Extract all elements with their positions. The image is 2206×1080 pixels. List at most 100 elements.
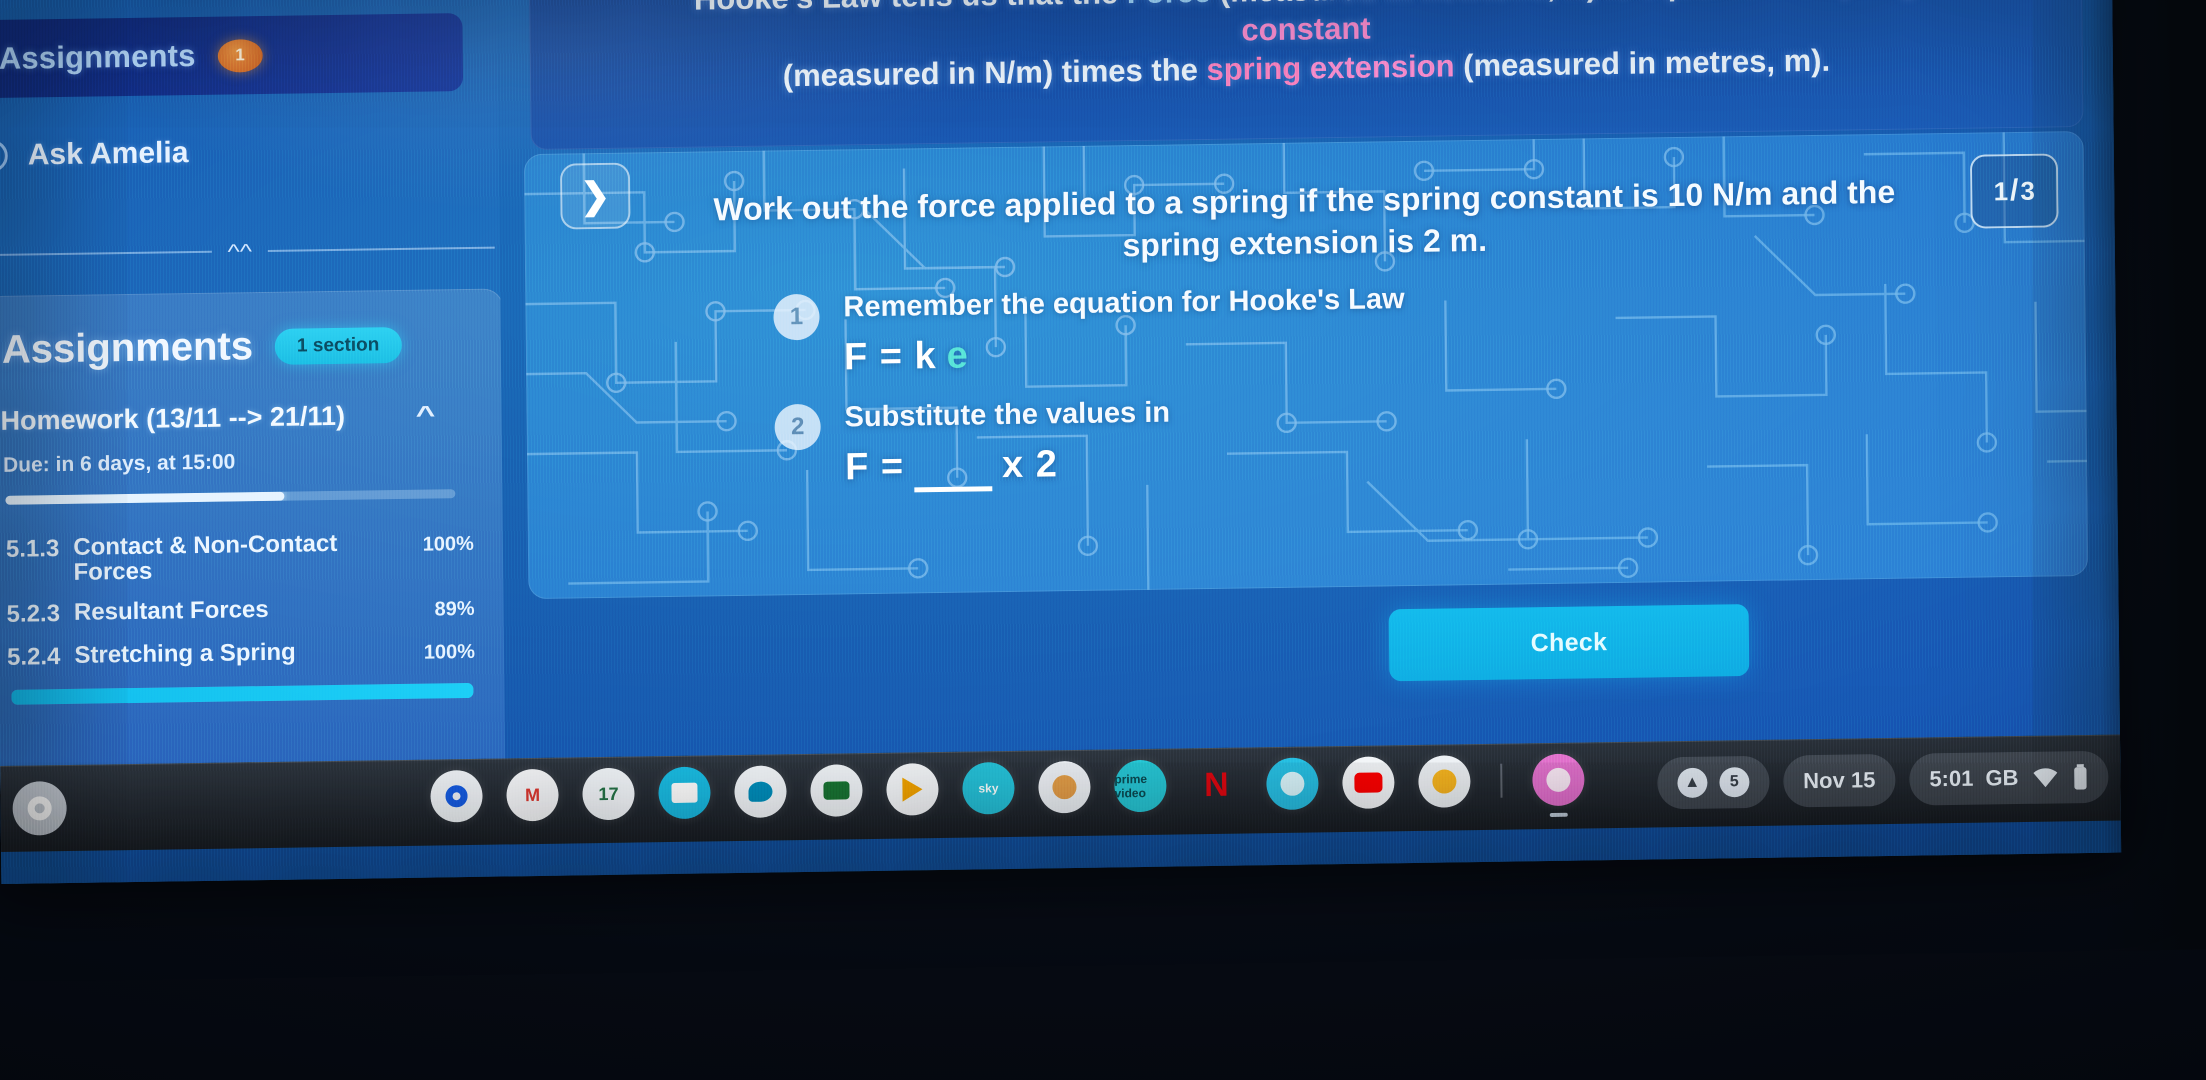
main-content: Hooke's Law tells us that the Force (mea…	[522, 0, 2111, 788]
page-current: 1	[1993, 175, 2009, 206]
solution-step-1: 1 Remember the equation for Hooke's Law …	[773, 283, 1405, 380]
running-indicator	[1549, 812, 1568, 817]
step-number: 2	[774, 403, 821, 451]
homework-title: Homework (13/11 --> 21/11)	[0, 400, 346, 436]
topic-code: 5.2.4	[6, 643, 61, 671]
chevron-up-icon[interactable]: ^	[416, 401, 436, 429]
step-body: Remember the equation for Hooke's Law F …	[843, 283, 1405, 379]
step-title: Substitute the values in	[844, 396, 1171, 434]
icon-shape	[1432, 769, 1457, 794]
youtube-icon[interactable]	[1342, 756, 1395, 810]
page-counter: 1/3	[1969, 153, 2059, 229]
sidebar-item-ask-amelia[interactable]: Ask Amelia	[0, 136, 189, 173]
icon-glyph: N	[1203, 765, 1229, 804]
topic-name: Contact & Non-Contact Forces	[73, 529, 338, 587]
topic-percent: 89%	[434, 597, 475, 621]
icon-shape	[823, 781, 850, 800]
page-total: 3	[2020, 175, 2036, 206]
assignments-card-header: Assignments 1 section	[2, 322, 402, 373]
prime-video-icon[interactable]: prime video	[1114, 759, 1167, 813]
section-count-chip: 1 section	[274, 326, 402, 365]
double-chevron-up-icon[interactable]: ^^	[212, 239, 269, 263]
homework-group-header[interactable]: Homework (13/11 --> 21/11) ^	[0, 399, 470, 437]
banner-text-d: (measured in metres, m).	[1454, 42, 1831, 84]
active-window-icon[interactable]	[1532, 753, 1585, 817]
topic-progress-bar	[11, 682, 474, 705]
progress-fill	[5, 491, 285, 505]
question-card: ❯ 1/3 Work out the force applied to a sp…	[523, 130, 2089, 600]
chat-icon[interactable]	[734, 765, 787, 819]
sidebar-item-label: Ask Amelia	[27, 136, 189, 172]
page-title: Assignments	[1, 324, 254, 372]
learning-app: Assignments 1 Ask Amelia ^^ Assignments …	[0, 0, 2121, 794]
launcher-circle-icon[interactable]	[12, 780, 67, 836]
keyword-spring: spring	[1206, 50, 1302, 88]
chevron-right-icon[interactable]: ❯	[559, 162, 631, 230]
homework-due-text: Due: in 6 days, at 15:00	[2, 450, 236, 477]
equation-highlight: e	[946, 334, 969, 377]
laptop-screen: Assignments 1 Ask Amelia ^^ Assignments …	[0, 0, 2122, 884]
sidebar-item-assignments[interactable]: Assignments 1	[0, 13, 464, 99]
equation-suffix: x 2	[1001, 443, 1059, 487]
answer-input[interactable]	[913, 444, 993, 493]
battery-icon	[2074, 764, 2087, 790]
list-item[interactable]: 5.2.4 Stretching a Spring 100%	[7, 637, 475, 672]
screen-bezel-shadow	[2087, 0, 2206, 952]
date-pod[interactable]: Nov 15	[1782, 753, 1896, 808]
topic-code: 5.2.3	[6, 600, 61, 628]
banner-space	[1301, 51, 1310, 86]
icon-glyph: 17	[598, 783, 619, 804]
icon-shape	[1280, 771, 1305, 796]
sidebar-collapse-divider[interactable]: ^^	[0, 235, 495, 269]
step-equation: F = x 2	[845, 442, 1171, 494]
banner-text-c: (measured in N/m) times the	[782, 52, 1207, 94]
locale-label: GB	[1985, 765, 2019, 791]
topic-name: Stretching a Spring	[74, 638, 296, 669]
ask-amelia-icon	[0, 139, 8, 173]
play-store-icon[interactable]	[886, 763, 939, 816]
assignments-card: Assignments 1 section Homework (13/11 --…	[0, 288, 506, 794]
step-equation: F = ke	[844, 328, 1406, 379]
list-item[interactable]: 5.2.3 Resultant Forces 89%	[6, 594, 474, 629]
google-photos-icon[interactable]	[1418, 755, 1471, 808]
icon-shape	[1052, 775, 1077, 800]
check-button[interactable]: Check	[1388, 604, 1750, 682]
icon-glyph: prime video	[1114, 771, 1148, 801]
icon-shape	[445, 785, 468, 808]
icon-shape	[1546, 767, 1571, 793]
step-number: 1	[773, 293, 820, 341]
step-body: Substitute the values in F = x 2	[844, 397, 1170, 494]
sidebar-item-label: Assignments	[0, 37, 196, 76]
gmail-icon[interactable]: M	[506, 768, 559, 822]
keyword-force: Force	[1127, 0, 1212, 10]
notification-pod[interactable]: ▲ 5	[1656, 755, 1770, 810]
icon-shape	[1354, 772, 1383, 793]
caret-up-icon[interactable]: ▲	[1677, 767, 1708, 799]
icon-shape	[671, 782, 698, 804]
calendar-icon[interactable]: 17	[582, 767, 635, 821]
chrome-icon[interactable]	[430, 769, 483, 823]
status-pod[interactable]: 5:01 GB	[1909, 750, 2109, 806]
assignments-count-badge: 1	[217, 38, 263, 73]
icon-shape	[902, 777, 923, 802]
nordvpn-icon[interactable]	[1266, 757, 1319, 811]
time-label: 5:01	[1929, 765, 1974, 792]
files-icon[interactable]	[658, 766, 711, 820]
banner-text-b: (measured in newtons, N) is equal to the	[1211, 0, 1823, 9]
solution-step-2: 2 Substitute the values in F = x 2	[774, 397, 1170, 495]
sky-icon[interactable]: sky	[962, 761, 1015, 815]
meet-icon[interactable]	[810, 764, 863, 817]
icon-shape	[748, 781, 773, 802]
photo-of-laptop-screen: Assignments 1 Ask Amelia ^^ Assignments …	[0, 0, 2206, 1080]
icon-glyph: M	[524, 784, 541, 805]
page-separator: /	[2009, 173, 2019, 208]
list-item[interactable]: 5.1.3 Contact & Non-Contact Forces 100%	[6, 529, 474, 586]
system-tray: ▲ 5 Nov 15 5:01 GB	[1656, 750, 2109, 810]
divider-line-left	[0, 250, 212, 257]
launcher-ring	[27, 796, 52, 821]
photos-app-icon[interactable]	[1038, 760, 1091, 814]
keyword-extension: extension	[1309, 48, 1455, 86]
netflix-icon[interactable]: N	[1190, 759, 1243, 812]
equation-prefix: F =	[844, 445, 905, 489]
left-sidebar: Assignments 1 Ask Amelia ^^ Assignments …	[0, 0, 506, 794]
